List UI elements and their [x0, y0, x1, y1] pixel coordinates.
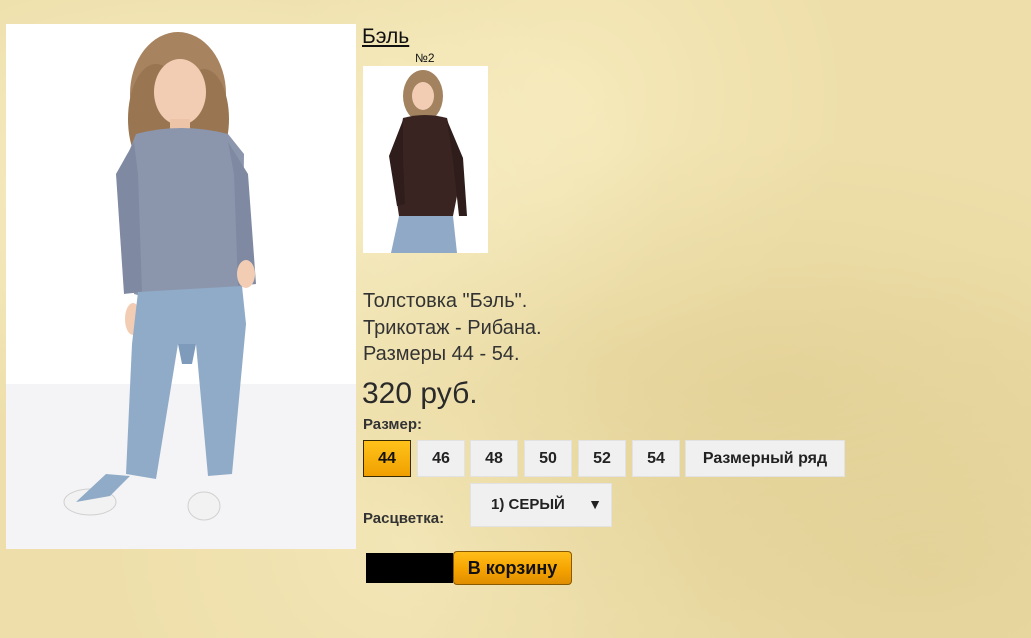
caret-down-icon: ▼ — [588, 496, 602, 512]
thumbnail-label: №2 — [415, 51, 435, 65]
size-option-48[interactable]: 48 — [470, 440, 518, 477]
color-select[interactable]: 1) СЕРЫЙ ▼ — [470, 483, 612, 527]
size-chart-button[interactable]: Размерный ряд — [685, 440, 845, 477]
quantity-input[interactable] — [366, 553, 453, 583]
main-product-photo — [6, 24, 356, 549]
size-option-52[interactable]: 52 — [578, 440, 626, 477]
product-price: 320 руб. — [362, 377, 478, 410]
description-line: Размеры 44 - 54. — [363, 343, 520, 365]
description-line: Трикотаж - Рибана. — [363, 316, 542, 339]
size-option-44[interactable]: 44 — [363, 440, 411, 477]
color-label: Расцветка: — [363, 510, 445, 527]
size-label: Размер: — [363, 416, 423, 433]
product-title-link[interactable]: Бэль — [362, 25, 409, 49]
size-option-46[interactable]: 46 — [417, 440, 465, 477]
description-line: Толстовка "Бэль". — [363, 290, 528, 312]
add-to-cart-button[interactable]: В корзину — [453, 551, 572, 585]
product-description: Толстовка "Бэль". Трикотаж - Рибана. Раз… — [363, 288, 542, 368]
color-select-value: 1) СЕРЫЙ — [491, 496, 565, 513]
product-thumbnail[interactable] — [363, 66, 488, 253]
size-option-50[interactable]: 50 — [524, 440, 572, 477]
size-option-54[interactable]: 54 — [632, 440, 680, 477]
